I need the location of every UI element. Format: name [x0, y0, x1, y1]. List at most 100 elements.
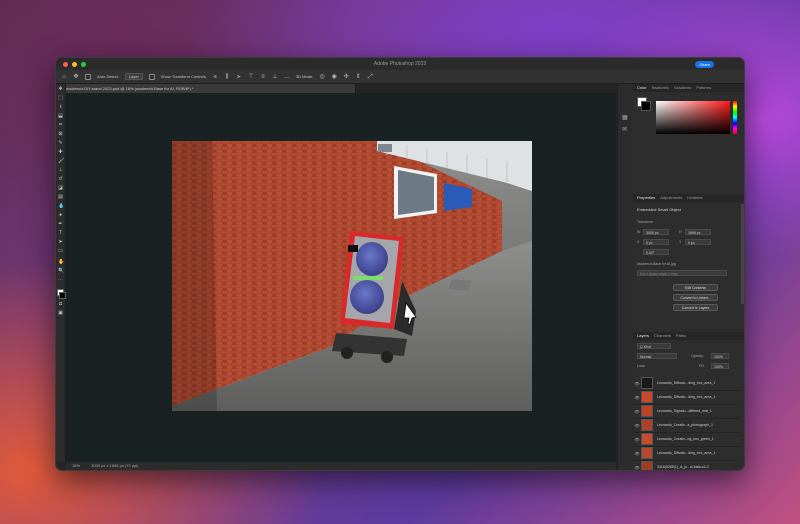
y-label: Y [679, 240, 682, 244]
width-label: W [637, 230, 641, 234]
slide-3d-icon[interactable]: ⇕ [355, 74, 361, 80]
auto-select-checkbox[interactable] [85, 73, 91, 80]
color-background-swatch[interactable] [641, 101, 651, 111]
tab-properties[interactable]: Properties [637, 194, 655, 202]
align-middle-icon[interactable]: ≡ [260, 74, 266, 80]
more-options-icon[interactable]: … [284, 74, 290, 80]
share-button[interactable]: Share [695, 61, 714, 68]
align-left-icon[interactable]: ⫷ [212, 74, 218, 80]
visibility-eye-icon[interactable]: 👁 [633, 381, 641, 386]
object-select-tool-icon[interactable]: ⬓ [58, 114, 63, 119]
eraser-tool-icon[interactable]: ◪ [58, 186, 63, 191]
tab-gradients[interactable]: Gradients [674, 84, 691, 92]
scale-3d-icon[interactable]: ⤢ [367, 74, 373, 80]
canvas-area[interactable] [66, 93, 616, 462]
tab-layers[interactable]: Layers [637, 332, 649, 340]
hue-slider[interactable] [733, 101, 737, 134]
document-tab[interactable]: wooleech-DIY-stand 2023.psd @ 16% (woole… [56, 84, 356, 93]
title-bar: Adobe Photoshop 2023 Share [56, 58, 744, 70]
lasso-tool-icon[interactable]: ℓ [58, 105, 63, 110]
home-icon[interactable]: ⌂ [61, 74, 67, 80]
angle-field[interactable]: 0.00° [643, 249, 669, 255]
opacity-field[interactable]: 100% [711, 353, 729, 359]
layer-kind-filter[interactable]: Q Kind [637, 343, 671, 349]
hand-tool-icon[interactable]: ✋ [58, 260, 64, 265]
brush-tool-icon[interactable]: 🖌 [58, 159, 64, 164]
layer-thumbnail [641, 433, 653, 445]
gradient-tool-icon[interactable]: ▤ [58, 195, 63, 200]
type-tool-icon[interactable]: T [58, 231, 63, 236]
visibility-eye-icon[interactable]: 👁 [633, 423, 641, 428]
tab-color[interactable]: Color [637, 84, 647, 92]
layer-row[interactable]: 👁 Leonardo_Diffusio...ding_box_area_1 [633, 446, 741, 461]
eyedropper-tool-icon[interactable]: ✎ [58, 141, 63, 146]
visibility-eye-icon[interactable]: 👁 [633, 437, 641, 442]
zoom-level[interactable]: 16% [72, 463, 80, 468]
tab-libraries[interactable]: Libraries [687, 194, 702, 202]
layer-row[interactable]: 👁 Leonardo_Creativ...ng_box_green_1 [633, 432, 741, 447]
layer-row[interactable]: 👁 Leonardo_Signatu...differed_mat_1 [633, 404, 741, 419]
zoom-tool-icon[interactable]: 🔍 [58, 269, 64, 274]
tab-swatches[interactable]: Swatches [652, 84, 669, 92]
y-field[interactable]: 0 px [685, 239, 711, 245]
fill-field[interactable]: 100% [711, 363, 729, 369]
marquee-tool-icon[interactable]: ⬚ [58, 96, 63, 101]
app-title: Adobe Photoshop 2023 [373, 61, 427, 67]
move-tool-icon[interactable]: ✥ [73, 74, 79, 80]
blend-mode-select[interactable]: Normal [637, 353, 677, 359]
layer-thumbnail [641, 405, 653, 417]
orbit-3d-icon[interactable]: ◎ [319, 74, 325, 80]
document-image[interactable] [172, 141, 532, 411]
align-top-icon[interactable]: ⊤ [248, 74, 254, 80]
layer-name: Leonardo_Diffusio...ding_box_area_1 [657, 451, 716, 455]
convert-to-layers-button[interactable]: Convert to Layers [673, 304, 718, 311]
x-field[interactable]: 0 px [643, 239, 669, 245]
comments-panel-icon[interactable]: ✉ [622, 126, 627, 133]
quick-mask-icon[interactable]: ◘ [58, 302, 63, 307]
dodge-tool-icon[interactable]: ● [58, 213, 63, 218]
blur-tool-icon[interactable]: 💧 [58, 204, 64, 209]
background-color-swatch[interactable] [59, 292, 66, 299]
visibility-eye-icon[interactable]: 👁 [633, 451, 641, 456]
edit-toolbar-icon[interactable]: ⋯ [58, 278, 63, 283]
move-tool-icon[interactable]: ✥ [58, 87, 63, 92]
height-field[interactable]: 1896 px [685, 229, 711, 235]
convert-to-linked-button[interactable]: Convert to Linked... [673, 294, 718, 301]
clone-stamp-tool-icon[interactable]: ⊥ [58, 168, 63, 173]
layer-name: Leonardo_Signatu...differed_mat_1 [657, 409, 712, 413]
visibility-eye-icon[interactable]: 👁 [633, 465, 641, 470]
tab-channels[interactable]: Channels [654, 332, 671, 340]
history-panel-icon[interactable]: ▦ [622, 114, 628, 121]
align-right-icon[interactable]: ⫸ [236, 74, 242, 80]
document-info[interactable]: 3000 px x 1896 px (72 ppi) [91, 463, 138, 468]
layer-row[interactable]: 👁 Leonardo_Diffusio...ding_box_area_1 [633, 376, 741, 391]
rectangle-tool-icon[interactable]: ▭ [58, 249, 63, 254]
tab-paths[interactable]: Paths [676, 332, 686, 340]
color-panel-tabs: Color Swatches Gradients Patterns [633, 84, 744, 92]
pen-tool-icon[interactable]: ✒ [58, 222, 63, 227]
tab-patterns[interactable]: Patterns [696, 84, 711, 92]
roll-3d-icon[interactable]: ◉ [331, 74, 337, 80]
align-bottom-icon[interactable]: ⊥ [272, 74, 278, 80]
path-select-tool-icon[interactable]: ➤ [58, 240, 63, 245]
tab-adjustments[interactable]: Adjustments [660, 194, 682, 202]
edit-contents-button[interactable]: Edit Contents [673, 284, 718, 291]
color-picker-field[interactable] [656, 101, 730, 134]
screen-mode-icon[interactable]: ▣ [58, 311, 63, 316]
layer-comp-select[interactable]: Don't Apply Layer Comp [637, 270, 727, 276]
crop-tool-icon[interactable]: ⌗ [58, 123, 63, 128]
layer-select[interactable]: Layer [124, 73, 143, 80]
pan-3d-icon[interactable]: ✣ [343, 74, 349, 80]
visibility-eye-icon[interactable]: 👁 [633, 409, 641, 414]
layer-row[interactable]: 👁 Leonardo_Diffusio...ding_box_area_1 [633, 390, 741, 405]
align-center-icon[interactable]: ⫼ [224, 74, 230, 80]
visibility-eye-icon[interactable]: 👁 [633, 395, 641, 400]
layer-row[interactable]: 👁 3416(6265(1)_A_ju...ct-bata-v2-3 [633, 460, 741, 470]
history-brush-tool-icon[interactable]: ↺ [58, 177, 63, 182]
properties-scrollbar[interactable] [741, 204, 744, 304]
healing-brush-tool-icon[interactable]: ✚ [58, 150, 63, 155]
show-transform-checkbox[interactable] [148, 73, 155, 80]
width-field[interactable]: 3000 px [643, 229, 669, 235]
layer-row[interactable]: 👁 Leonardo_Creativ...a_photograph_1 [633, 418, 741, 433]
frame-tool-icon[interactable]: ⊠ [58, 132, 63, 137]
